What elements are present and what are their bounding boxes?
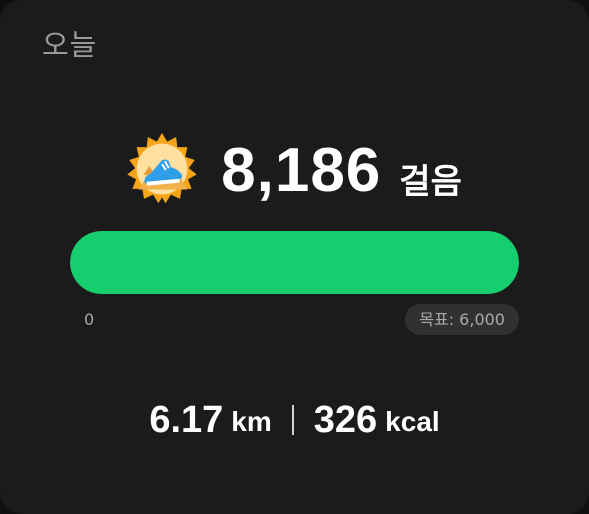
step-unit: 걸음 [399,161,462,202]
goal-badge: 목표: 6,000 [405,304,519,335]
calories-unit: kcal [385,406,440,437]
stats-row: 6.17 km 326 kcal [0,394,589,446]
step-count-row: 8,186 걸음 [0,130,589,210]
step-progress-bar [70,231,519,294]
step-progress-fill [70,231,519,294]
calories-value: 326 [313,398,378,441]
card-title: 오늘 [42,28,98,62]
progress-min-label: 0 [84,310,95,329]
distance-value: 6.17 [149,398,224,441]
sneaker-badge-icon [127,132,197,204]
distance-unit: km [231,406,272,437]
step-count: 8,186 [221,135,382,205]
steps-card[interactable]: 오늘 8,186 걸음 0 목표: 6,000 6.17 km 326 kcal [0,0,589,514]
stats-divider [291,405,294,435]
